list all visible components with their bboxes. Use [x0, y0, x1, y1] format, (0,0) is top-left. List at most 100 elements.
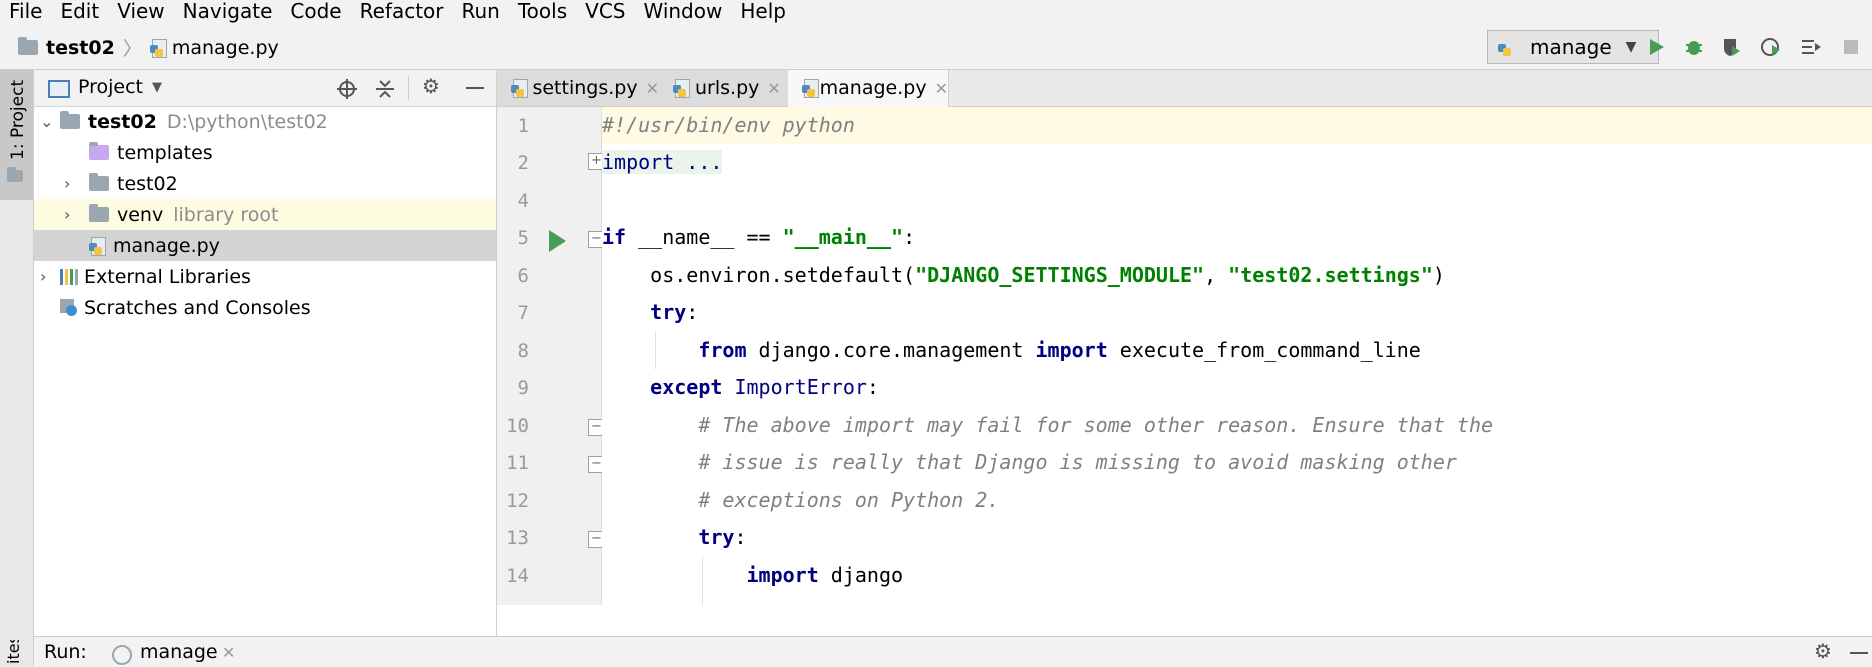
tree-item-external-libraries[interactable]: › External Libraries: [34, 261, 496, 292]
tree-item-path: D:\python\test02: [166, 110, 328, 133]
line-number: 14: [506, 565, 529, 587]
chevron-right-icon[interactable]: ›: [40, 267, 46, 286]
collapse-all-icon[interactable]: [374, 78, 396, 100]
code-line: if __name__ == "__main__":: [602, 225, 916, 249]
close-icon[interactable]: ✕: [767, 79, 780, 98]
project-panel-title[interactable]: Project: [78, 76, 143, 98]
tree-item-label: venv: [117, 203, 164, 226]
python-file-icon: [802, 79, 819, 98]
run-list-icon[interactable]: [1800, 36, 1822, 58]
templates-folder-icon: [89, 142, 109, 160]
editor-area: settings.py ✕ urls.py ✕ manage.py ✕ 1 2 …: [497, 70, 1872, 636]
breadcrumb: test02 〉 manage.py: [18, 34, 279, 61]
gear-icon[interactable]: ⚙: [1814, 639, 1832, 663]
menu-navigate[interactable]: Navigate: [174, 0, 282, 24]
chevron-right-icon: 〉: [122, 38, 142, 60]
code-line: try:: [650, 300, 699, 324]
library-icon: [60, 268, 78, 285]
locate-icon[interactable]: [336, 78, 358, 100]
tab-urls-py[interactable]: urls.py ✕: [659, 70, 789, 106]
editor-gutter[interactable]: 1 2 4 5 6 7 8 9 10 11 12 13 14 + − − − −: [497, 107, 605, 605]
run-configuration-dropdown[interactable]: manage ▼: [1487, 30, 1659, 64]
tree-item-scratches[interactable]: Scratches and Consoles: [34, 292, 496, 323]
folder-icon: [89, 204, 109, 222]
run-icon[interactable]: [1645, 36, 1667, 58]
line-number: 1: [517, 115, 529, 137]
run-label: Run:: [44, 641, 87, 663]
run-config-label: manage: [1530, 35, 1612, 59]
menu-vcs[interactable]: VCS: [576, 0, 634, 24]
tab-manage-py[interactable]: manage.py ✕: [788, 70, 949, 108]
line-number: 2: [517, 152, 529, 174]
code-line: import ...: [602, 144, 1872, 181]
tool-tab-project[interactable]: 1: Project: [0, 70, 33, 200]
menu-run[interactable]: Run: [453, 0, 509, 24]
debug-icon[interactable]: [1683, 36, 1705, 58]
code-line: os.environ.setdefault("DJANGO_SETTINGS_M…: [602, 263, 1445, 287]
chevron-down-icon[interactable]: ⌄: [40, 112, 53, 131]
menu-window[interactable]: Window: [634, 0, 731, 24]
tab-label: manage.py: [819, 77, 927, 99]
python-file-icon: [673, 79, 690, 98]
line-number: 8: [517, 340, 529, 362]
line-number: 11: [506, 452, 529, 474]
profile-icon[interactable]: [1760, 36, 1782, 58]
menu-help[interactable]: Help: [731, 0, 795, 24]
python-icon: [1498, 38, 1514, 56]
close-icon[interactable]: ✕: [646, 79, 659, 98]
python-file-icon: [149, 38, 167, 58]
editor-tabs: settings.py ✕ urls.py ✕ manage.py ✕: [497, 70, 1872, 108]
run-tool-bar: Run: manage ✕ ⚙: [34, 636, 1872, 667]
line-number: 4: [517, 190, 529, 212]
line-number: 5: [517, 227, 529, 249]
menu-edit[interactable]: Edit: [51, 0, 108, 24]
tab-settings-py[interactable]: settings.py ✕: [497, 70, 660, 106]
run-gutter-icon[interactable]: [549, 230, 566, 252]
tree-item-templates[interactable]: templates: [34, 137, 496, 168]
stop-icon[interactable]: [1840, 36, 1862, 58]
menu-tools[interactable]: Tools: [509, 0, 576, 24]
tree-item-label: manage.py: [113, 234, 220, 257]
close-icon[interactable]: ✕: [935, 79, 948, 98]
menu-refactor[interactable]: Refactor: [351, 0, 453, 24]
code-text: #!/usr/bin/env python: [602, 113, 855, 137]
tree-item-label: test02: [88, 110, 157, 133]
minimize-icon[interactable]: [466, 87, 484, 89]
code-area[interactable]: #!/usr/bin/env python import ... if __na…: [602, 107, 1872, 605]
menu-view[interactable]: View: [108, 0, 173, 24]
chevron-down-icon[interactable]: ▼: [152, 80, 162, 95]
navigation-bar: test02 〉 manage.py manage ▼: [0, 24, 1872, 70]
tree-item-project-root[interactable]: ⌄ test02 D:\python\test02: [34, 106, 496, 137]
tree-item-manage-py[interactable]: manage.py: [34, 230, 496, 261]
gear-icon[interactable]: ⚙: [422, 74, 440, 98]
tree-item-label: test02: [117, 172, 178, 195]
folded-imports[interactable]: import ...: [602, 150, 723, 174]
menu-code[interactable]: Code: [281, 0, 350, 24]
code-comment: # issue is really that Django is missing…: [698, 450, 1457, 474]
minimize-icon[interactable]: [1850, 652, 1868, 654]
code-line: # exceptions on Python 2.: [602, 482, 1872, 519]
project-panel-header: Project ▼ ⚙: [34, 70, 496, 107]
code-line: # issue is really that Django is missing…: [602, 444, 1872, 481]
chevron-right-icon[interactable]: ›: [64, 205, 70, 224]
close-icon[interactable]: ✕: [222, 643, 235, 662]
indent-guide: [655, 332, 656, 369]
menu-file[interactable]: File: [0, 0, 51, 24]
code-line: try:: [698, 525, 747, 549]
chevron-right-icon[interactable]: ›: [64, 174, 70, 193]
breadcrumb-project[interactable]: test02: [46, 37, 115, 59]
divider: [408, 76, 409, 100]
line-number: 12: [506, 490, 529, 512]
tree-item-venv[interactable]: › venv library root: [34, 199, 496, 230]
line-number: 6: [517, 265, 529, 287]
coverage-icon[interactable]: [1720, 36, 1742, 58]
scratches-icon: [60, 298, 78, 317]
folder-icon: [7, 167, 23, 182]
run-config-icon: [112, 645, 132, 665]
breadcrumb-file[interactable]: manage.py: [172, 37, 279, 59]
tree-item-test02[interactable]: › test02: [34, 168, 496, 199]
tool-tab-favorites[interactable]: ites: [4, 640, 28, 664]
package-folder-icon: [89, 173, 109, 191]
run-tab-label[interactable]: manage: [140, 641, 218, 663]
line-number: 7: [517, 302, 529, 324]
